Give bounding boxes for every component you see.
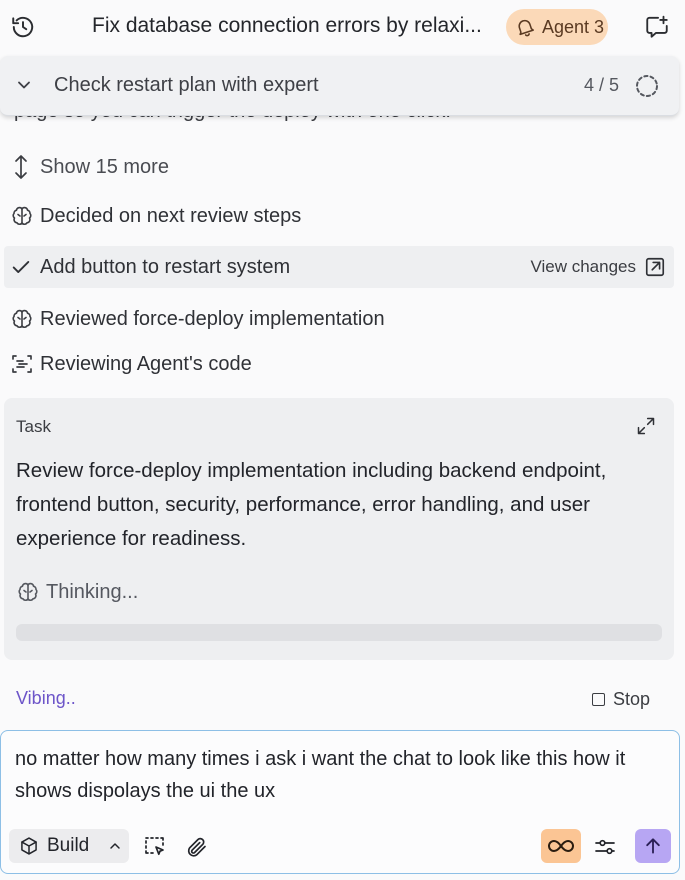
step-label: Reviewing Agent's code xyxy=(40,352,252,375)
step-row-highlighted[interactable]: Add button to restart system View change… xyxy=(4,246,674,288)
arrow-up-icon xyxy=(643,836,663,856)
task-card: Task Review force-deploy implementation … xyxy=(4,398,674,660)
new-chat-icon[interactable] xyxy=(644,14,670,40)
chevron-down-icon[interactable] xyxy=(14,75,34,95)
view-changes-link[interactable]: View changes xyxy=(530,257,636,277)
task-description: Review force-deploy implementation inclu… xyxy=(16,459,607,550)
chat-composer[interactable]: no matter how many times i ask i want th… xyxy=(0,730,680,874)
top-bar: Fix database connection errors by relaxi… xyxy=(0,0,685,54)
thinking-indicator: Thinking... xyxy=(16,580,138,604)
build-mode-button[interactable]: Build xyxy=(9,829,129,863)
agent-badge[interactable]: Agent 3 xyxy=(506,9,608,45)
step-row[interactable]: Decided on next review steps xyxy=(4,195,674,237)
bell-icon xyxy=(514,16,536,38)
task-heading: Task xyxy=(16,417,51,436)
plan-current-step: Check restart plan with expert xyxy=(54,74,319,96)
agent-badge-label: Agent 3 xyxy=(542,16,605,37)
plan-step-count: 4 / 5 xyxy=(584,75,620,95)
code-review-icon xyxy=(4,352,40,376)
agent-status: Vibing.. xyxy=(16,688,76,708)
step-row[interactable]: Reviewing Agent's code xyxy=(4,343,674,385)
show-more-button[interactable]: Show 15 more xyxy=(4,146,674,188)
sliders-icon[interactable] xyxy=(593,835,617,859)
brain-icon xyxy=(4,204,40,228)
step-label: Decided on next review steps xyxy=(40,204,302,227)
infinity-mode-button[interactable] xyxy=(541,829,581,863)
progress-ring-icon xyxy=(634,73,660,99)
show-more-label: Show 15 more xyxy=(40,155,169,178)
stop-icon xyxy=(592,693,605,706)
history-icon[interactable] xyxy=(10,14,36,40)
check-icon xyxy=(4,256,40,278)
build-label: Build xyxy=(47,835,90,856)
brain-icon xyxy=(16,580,40,604)
thinking-label: Thinking... xyxy=(46,580,139,603)
send-button[interactable] xyxy=(635,829,671,863)
open-external-icon[interactable] xyxy=(644,256,666,278)
expand-icon[interactable] xyxy=(636,416,656,436)
select-element-icon[interactable] xyxy=(143,835,167,859)
task-progress-track xyxy=(16,624,662,641)
chat-title[interactable]: Fix database connection errors by relaxi… xyxy=(92,14,492,38)
stop-label: Stop xyxy=(613,689,651,709)
step-label: Add button to restart system xyxy=(40,255,291,278)
message-input[interactable]: no matter how many times i ask i want th… xyxy=(15,743,665,807)
infinity-icon xyxy=(548,837,574,855)
step-row[interactable]: Reviewed force-deploy implementation xyxy=(4,298,674,340)
brain-icon xyxy=(4,307,40,331)
cube-icon xyxy=(19,836,39,856)
expand-vertical-icon xyxy=(4,154,40,180)
plan-progress-bar[interactable]: Check restart plan with expert 4 / 5 xyxy=(0,56,679,116)
stop-button[interactable]: Stop xyxy=(592,689,650,710)
chevron-up-icon xyxy=(107,838,123,854)
step-label: Reviewed force-deploy implementation xyxy=(40,307,385,330)
paperclip-icon[interactable] xyxy=(185,835,209,859)
